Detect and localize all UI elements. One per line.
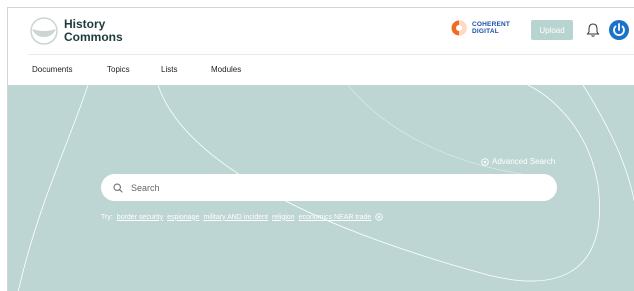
hero-section: Advanced Search Try: border security esp…	[8, 85, 634, 291]
try-example-link[interactable]: religion	[272, 214, 295, 221]
brand-name: History Commons	[64, 18, 123, 44]
header: History Commons COHERENT DIGITAL Upload	[8, 8, 634, 54]
coherent-digital-logo[interactable]: COHERENT DIGITAL	[451, 20, 510, 36]
search-input[interactable]	[129, 181, 533, 194]
page-frame: History Commons COHERENT DIGITAL Upload	[7, 7, 634, 291]
brand-name-line2: Commons	[64, 30, 123, 44]
try-label: Try:	[101, 213, 113, 221]
try-example-link[interactable]: border security	[117, 214, 163, 221]
nav-item-topics[interactable]: Topics	[107, 55, 130, 85]
settings-icon	[481, 157, 489, 166]
plus-circle-icon[interactable]	[375, 213, 384, 221]
search-icon	[113, 182, 123, 193]
bell-icon[interactable]	[586, 22, 600, 38]
coherent-digital-icon	[451, 20, 467, 36]
try-example-link[interactable]: economics NEAR trade	[299, 214, 372, 221]
try-example-link[interactable]: military AND incident	[203, 214, 268, 221]
advanced-search-link[interactable]: Advanced Search	[481, 157, 555, 166]
nav-item-documents[interactable]: Documents	[32, 55, 72, 85]
history-commons-logo-icon	[30, 17, 58, 45]
power-icon[interactable]	[608, 19, 630, 41]
advanced-search-label: Advanced Search	[492, 157, 556, 166]
history-commons-logo[interactable]: History Commons	[30, 17, 123, 45]
main-nav: Documents Topics Lists Modules	[8, 55, 634, 85]
nav-item-lists[interactable]: Lists	[161, 55, 177, 85]
search-bar[interactable]	[101, 174, 557, 201]
upload-button[interactable]: Upload	[531, 20, 573, 40]
try-example-link[interactable]: espionage	[167, 214, 199, 221]
nav-item-modules[interactable]: Modules	[211, 55, 241, 85]
coherent-digital-line2: DIGITAL	[472, 28, 499, 35]
try-suggestions: Try: border security espionage military …	[101, 213, 384, 221]
coherent-digital-text: COHERENT DIGITAL	[472, 21, 510, 35]
coherent-digital-line1: COHERENT	[472, 21, 511, 28]
